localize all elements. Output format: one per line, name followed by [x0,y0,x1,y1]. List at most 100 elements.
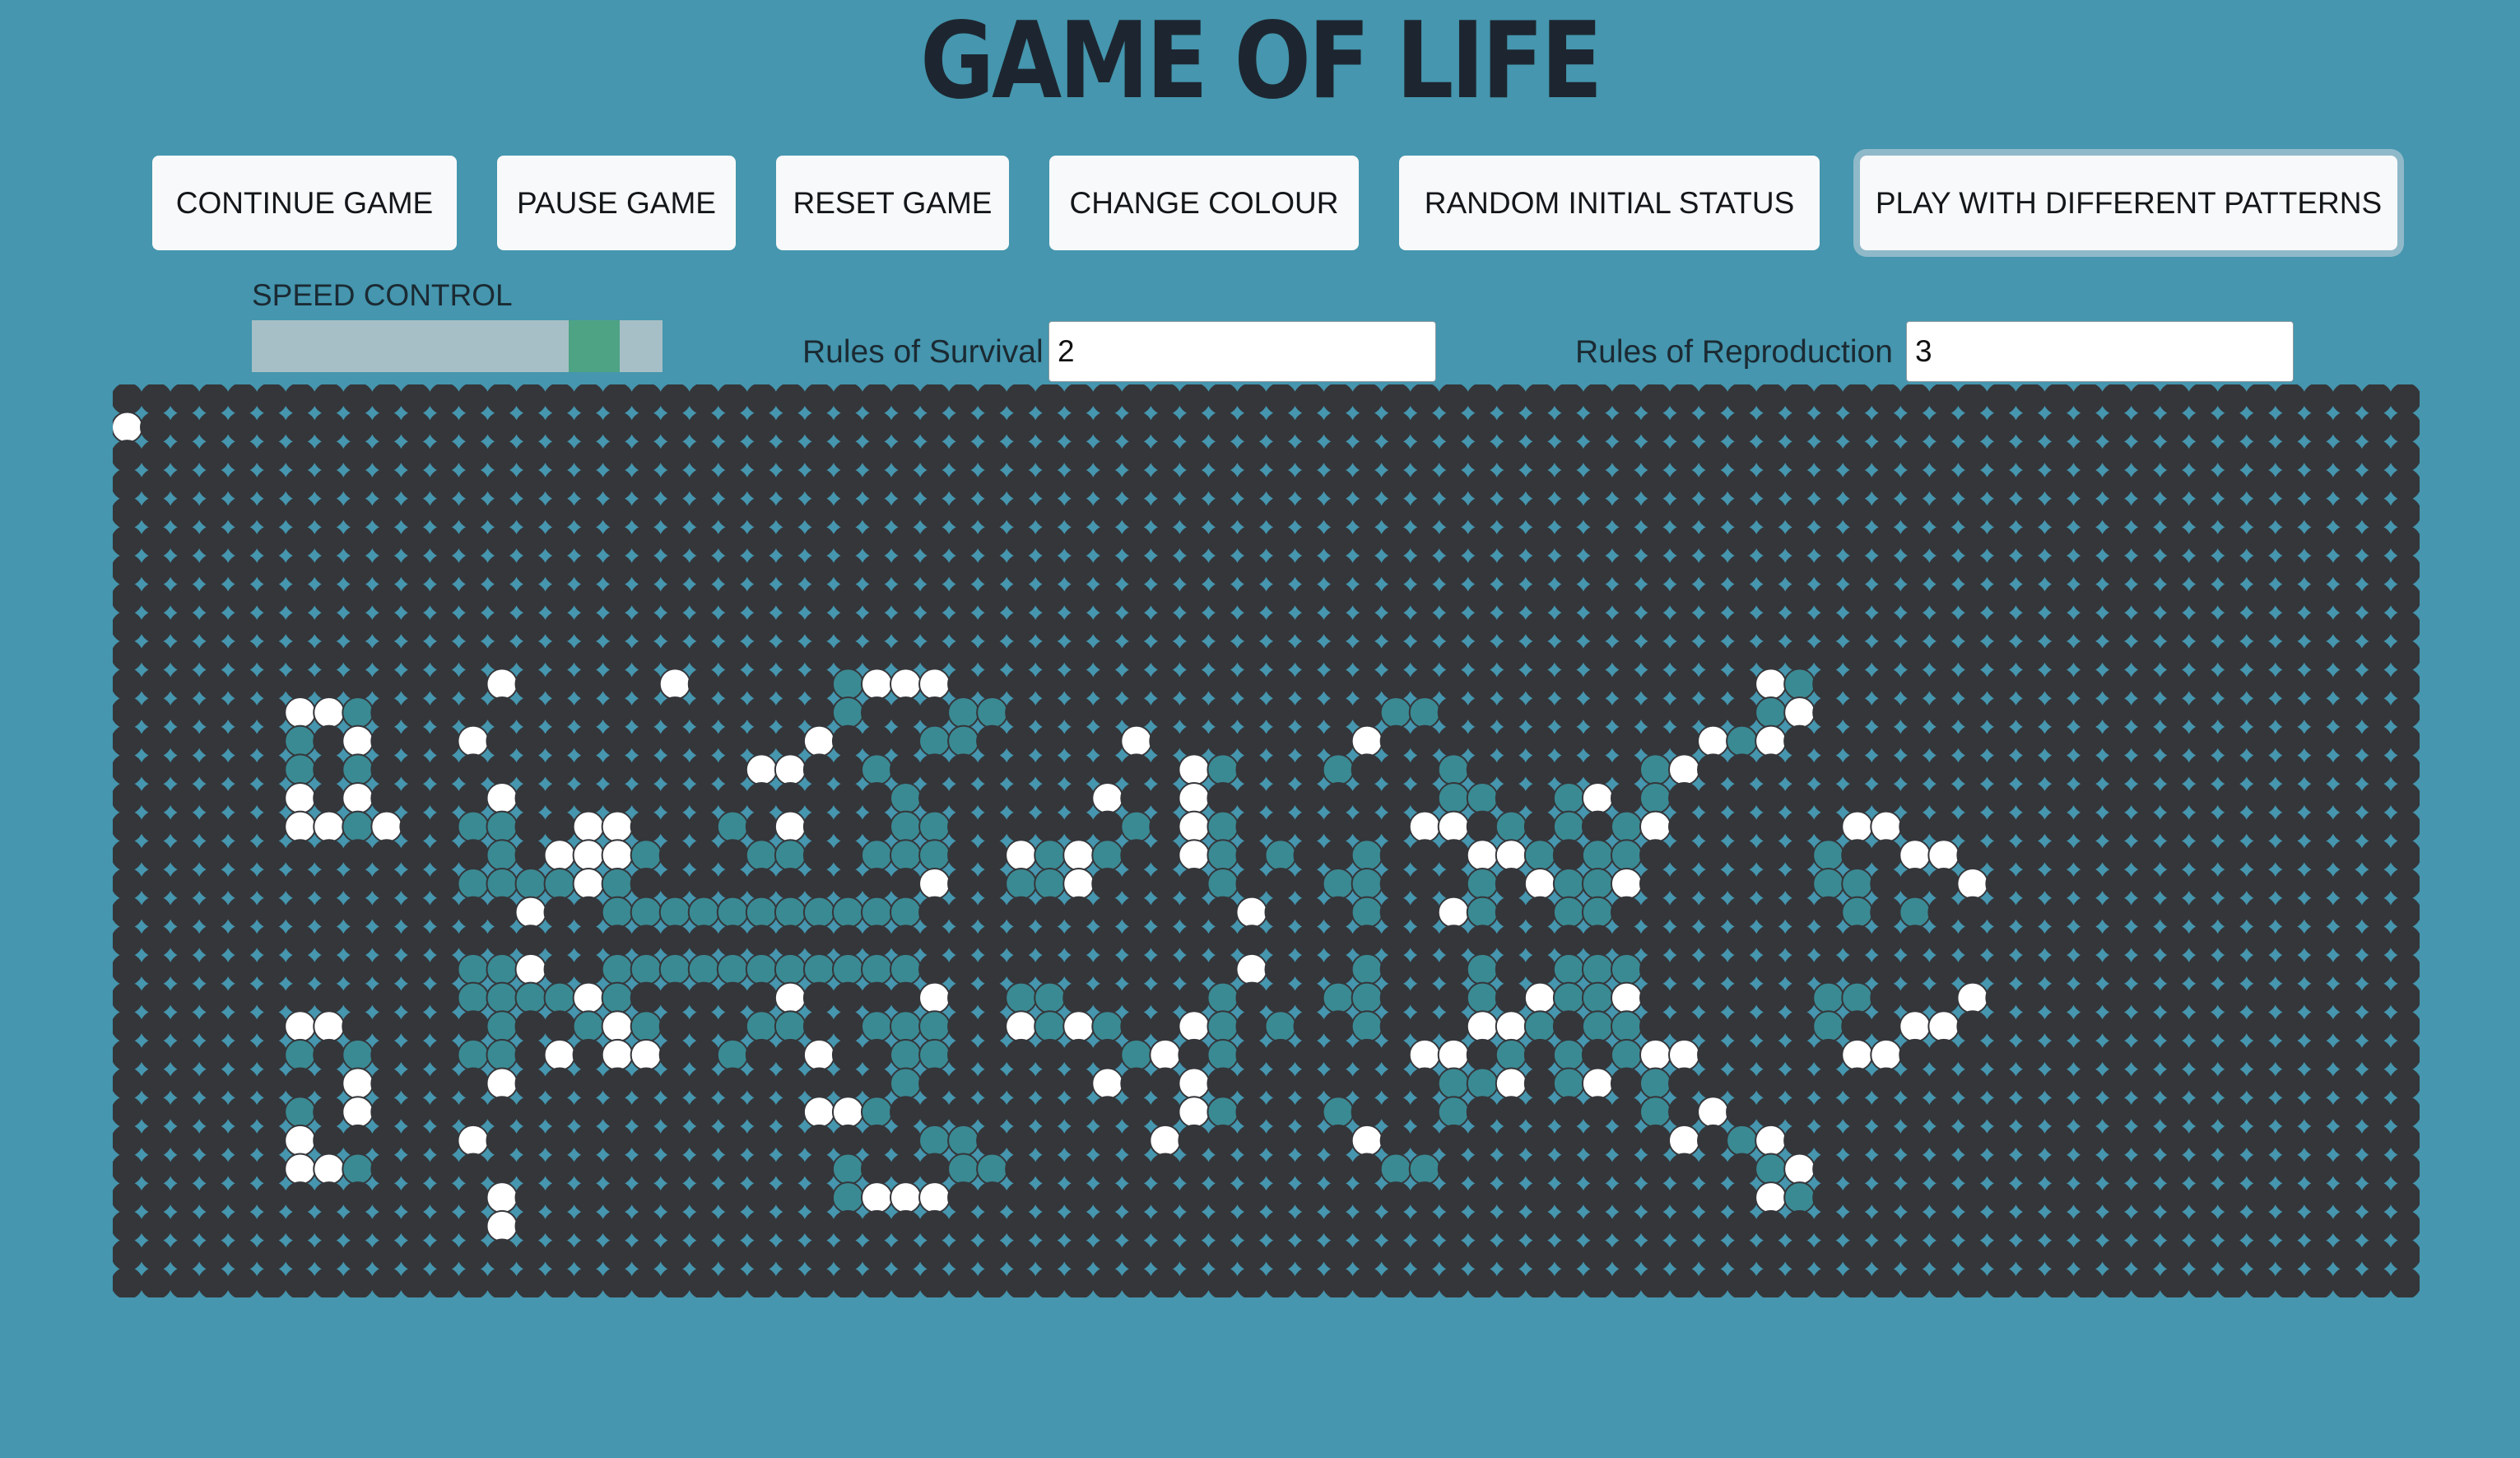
cell-dead[interactable] [1351,668,1383,701]
cell-dead[interactable] [687,724,720,757]
cell-alive[interactable] [342,724,374,757]
cell-dead[interactable] [1523,1096,1556,1129]
cell-dead[interactable] [428,1181,461,1214]
cell-dead[interactable] [2302,639,2335,672]
cell-dead[interactable] [1034,440,1067,473]
cell-dead[interactable] [140,468,173,501]
cell-dead[interactable] [1495,867,1527,901]
cell-dead[interactable] [2129,639,2162,672]
cell-dead[interactable] [1870,1124,1903,1157]
cell-dead[interactable] [745,582,778,615]
cell-dead[interactable] [1927,696,1960,729]
cell-dead[interactable] [2158,1181,2191,1214]
cell-dead[interactable] [1408,1209,1441,1242]
cell-dead[interactable] [2302,1181,2335,1214]
cell-dead[interactable] [370,1209,403,1242]
cell-dead[interactable] [2273,724,2306,757]
cell-dead[interactable] [198,867,230,901]
cell-dead[interactable] [1985,981,2018,1014]
cell-dead[interactable] [1668,468,1701,501]
cell-dead[interactable] [658,753,691,786]
cell-dead[interactable] [860,496,894,529]
cell-dead[interactable] [630,496,663,529]
cell-visited[interactable] [745,953,778,985]
cell-dead[interactable] [831,1267,864,1297]
cell-dead[interactable] [342,611,374,644]
cell-dead[interactable] [1668,1067,1701,1100]
cell-dead[interactable] [572,525,605,558]
cell-visited[interactable] [457,867,490,901]
cell-dead[interactable] [313,525,346,558]
cell-dead[interactable] [284,468,317,501]
cell-dead[interactable] [630,1124,663,1157]
cell-dead[interactable] [1755,1096,1788,1129]
cell-dead[interactable] [1379,1038,1412,1071]
cell-dead[interactable] [2331,867,2364,901]
cell-dead[interactable] [976,611,1009,644]
cell-dead[interactable] [284,896,317,929]
cell-dead[interactable] [1581,1238,1614,1271]
cell-dead[interactable] [2388,411,2420,444]
cell-dead[interactable] [601,496,634,529]
cell-dead[interactable] [2273,384,2306,415]
cell-visited[interactable] [831,953,864,985]
cell-dead[interactable] [1985,1238,2018,1271]
cell-dead[interactable] [1956,1209,1989,1242]
cell-dead[interactable] [2244,1153,2277,1185]
cell-dead[interactable] [140,668,173,701]
cell-dead[interactable] [1899,925,1932,957]
cell-visited[interactable] [486,981,518,1014]
cell-dead[interactable] [226,1181,259,1214]
cell-dead[interactable] [2388,810,2420,843]
cell-dead[interactable] [1985,384,2018,415]
cell-dead[interactable] [2187,1181,2220,1214]
cell-dead[interactable] [1178,925,1211,957]
cell-dead[interactable] [313,981,346,1014]
cell-dead[interactable] [947,810,980,843]
cell-dead[interactable] [1523,696,1556,729]
cell-dead[interactable] [1956,1038,1989,1071]
cell-dead[interactable] [976,810,1009,843]
cell-dead[interactable] [774,639,807,672]
cell-dead[interactable] [2043,1096,2076,1129]
cell-dead[interactable] [284,1181,317,1214]
cell-dead[interactable] [1495,1267,1527,1297]
cell-dead[interactable] [2388,668,2420,701]
cell-dead[interactable] [1870,1153,1903,1185]
cell-dead[interactable] [1495,724,1527,757]
cell-visited[interactable] [1466,867,1499,901]
cell-dead[interactable] [1207,384,1239,415]
cell-dead[interactable] [1379,384,1412,415]
cell-dead[interactable] [1408,639,1441,672]
cell-alive[interactable] [342,1096,374,1129]
cell-dead[interactable] [1523,1209,1556,1242]
cell-dead[interactable] [1639,1238,1672,1271]
cell-dead[interactable] [1755,1038,1788,1071]
cell-dead[interactable] [687,639,720,672]
cell-dead[interactable] [716,411,749,444]
cell-dead[interactable] [1264,668,1297,701]
cell-dead[interactable] [1610,781,1643,815]
cell-visited[interactable] [1351,839,1383,872]
cell-dead[interactable] [2071,1153,2104,1185]
cell-dead[interactable] [1639,925,1672,957]
cell-dead[interactable] [2100,1067,2133,1100]
cell-dead[interactable] [399,525,432,558]
cell-dead[interactable] [716,981,749,1014]
cell-dead[interactable] [1985,1010,2018,1043]
cell-dead[interactable] [2360,810,2392,843]
cell-visited[interactable] [1610,810,1643,843]
cell-alive[interactable] [1697,1096,1730,1129]
cell-dead[interactable] [514,496,547,529]
cell-dead[interactable] [1235,925,1268,957]
cell-dead[interactable] [1668,953,1701,985]
cell-dead[interactable] [140,611,173,644]
cell-dead[interactable] [1034,753,1067,786]
cell-dead[interactable] [486,1238,518,1271]
cell-dead[interactable] [774,1153,807,1185]
cell-dead[interactable] [860,867,894,901]
cell-dead[interactable] [630,611,663,644]
cell-dead[interactable] [630,1096,663,1129]
cell-dead[interactable] [1668,553,1701,586]
cell-dead[interactable] [2360,1209,2392,1242]
